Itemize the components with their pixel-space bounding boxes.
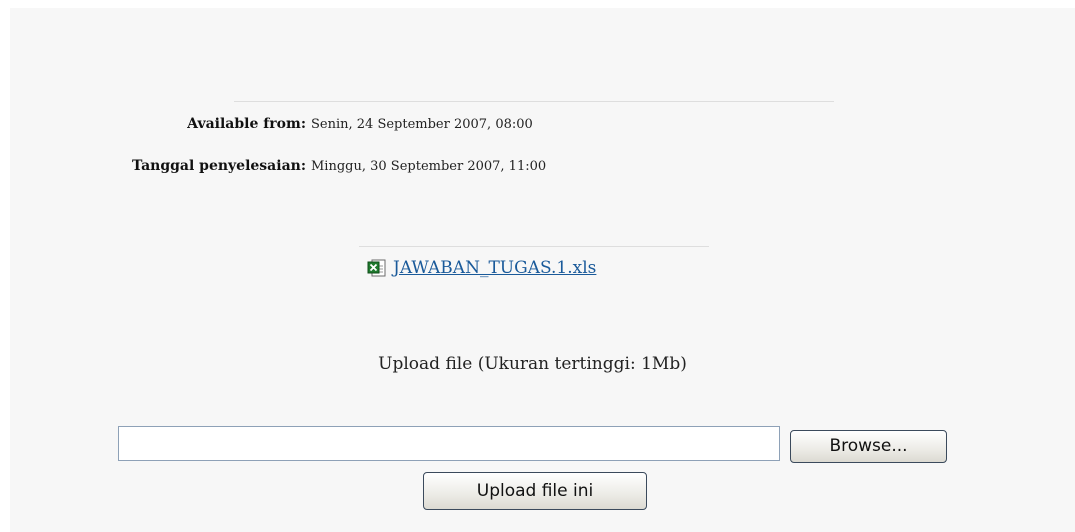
browse-button[interactable]: Browse...: [790, 430, 947, 463]
attachment-row: JAWABAN_TUGAS.1.xls: [367, 258, 596, 278]
assignment-panel: Available from: Senin, 24 September 2007…: [10, 8, 1075, 532]
due-date-value: Minggu, 30 September 2007, 11:00: [311, 159, 547, 174]
available-from-value: Senin, 24 September 2007, 08:00: [311, 117, 533, 132]
divider-middle: [359, 246, 709, 247]
upload-submit-button[interactable]: Upload file ini: [423, 472, 647, 510]
excel-file-icon: [367, 258, 387, 278]
file-path-input[interactable]: [118, 426, 780, 461]
attachment-link[interactable]: JAWABAN_TUGAS.1.xls: [393, 258, 596, 278]
divider-top: [234, 101, 834, 102]
upload-caption: Upload file (Ukuran tertinggi: 1Mb): [378, 354, 687, 374]
due-date-label: Tanggal penyelesaian:: [131, 158, 306, 174]
available-from-label: Available from:: [187, 116, 306, 132]
